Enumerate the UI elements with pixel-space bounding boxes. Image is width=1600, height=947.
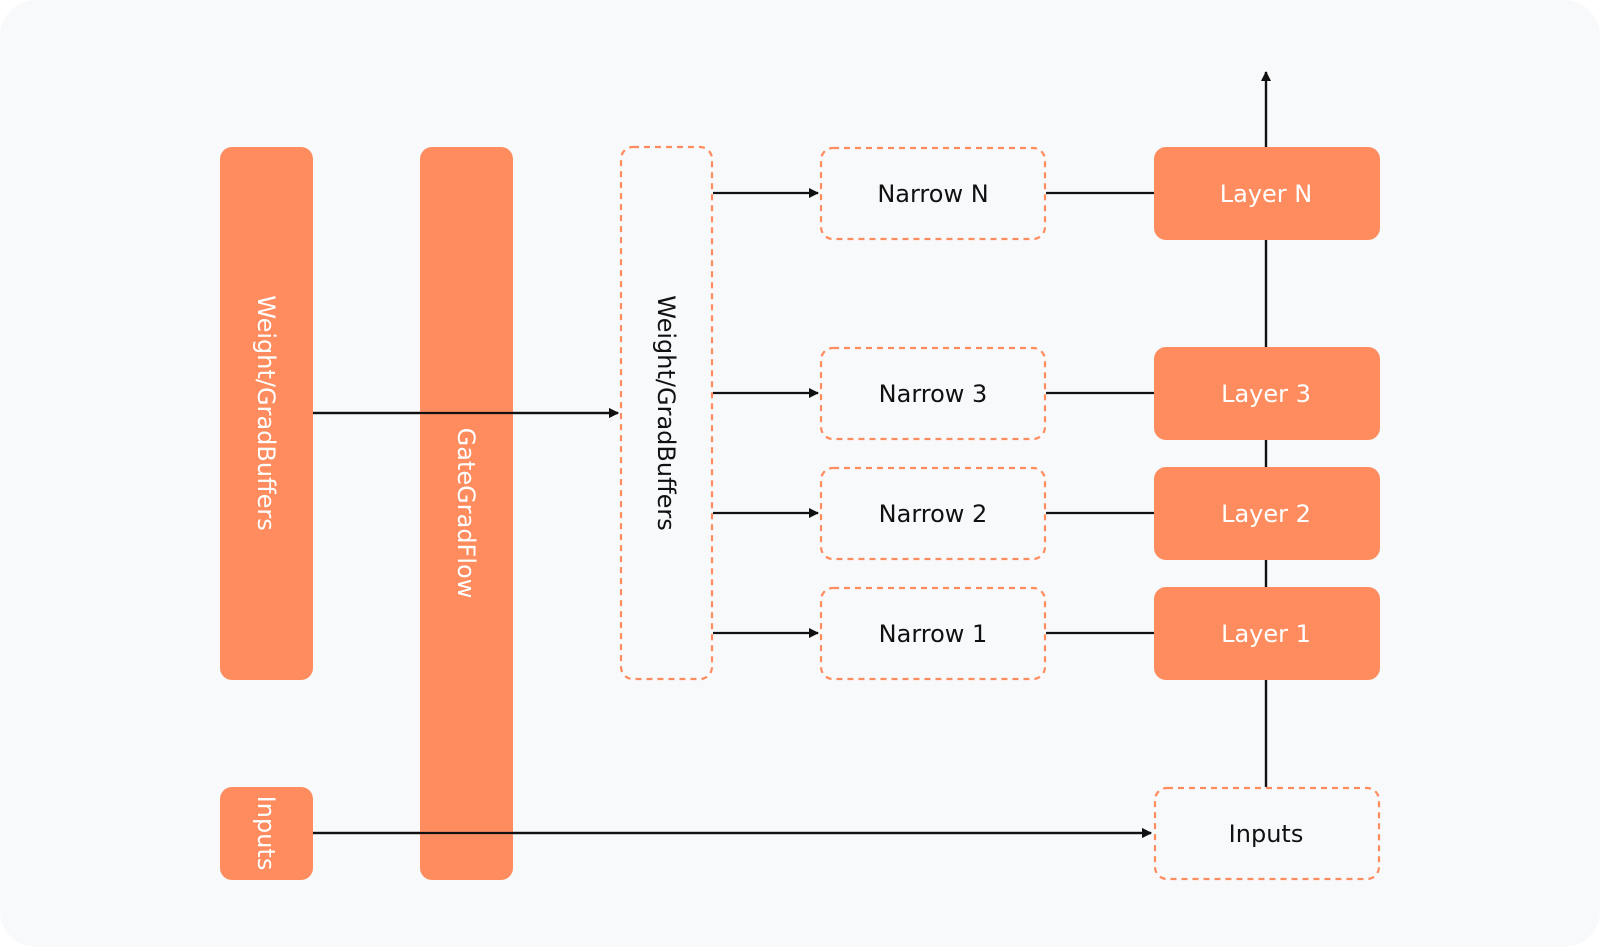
node-label: Layer 3: [1221, 380, 1311, 408]
node-narrow-n: Narrow N: [819, 146, 1047, 241]
node-label: Inputs: [252, 796, 280, 871]
node-label: Layer 2: [1221, 500, 1311, 528]
node-layer-n: Layer N: [1154, 147, 1380, 240]
node-narrow-3: Narrow 3: [819, 346, 1047, 441]
node-layer-3: Layer 3: [1154, 347, 1380, 440]
node-label: GateGradFlow: [452, 428, 480, 599]
node-inputs-right: Inputs: [1153, 786, 1381, 881]
node-label: Weight/GradBuffers: [252, 295, 280, 530]
node-label: Narrow N: [877, 180, 988, 208]
diagram-canvas: Weight/GradBuffers GateGradFlow Inputs W…: [0, 0, 1600, 947]
node-label: Layer 1: [1221, 620, 1311, 648]
node-weight-grad-buffers-left: Weight/GradBuffers: [220, 147, 313, 680]
node-weight-grad-buffers-mid: Weight/GradBuffers: [619, 145, 714, 681]
node-layer-1: Layer 1: [1154, 587, 1380, 680]
node-label: Narrow 3: [879, 380, 988, 408]
node-label: Layer N: [1220, 180, 1313, 208]
node-label: Narrow 2: [879, 500, 988, 528]
node-narrow-1: Narrow 1: [819, 586, 1047, 681]
node-narrow-2: Narrow 2: [819, 466, 1047, 561]
node-label: Inputs: [1229, 820, 1304, 848]
node-gate-grad-flow: GateGradFlow: [420, 147, 513, 880]
node-inputs-left: Inputs: [220, 787, 313, 880]
node-layer-2: Layer 2: [1154, 467, 1380, 560]
node-label: Weight/GradBuffers: [652, 295, 680, 530]
node-label: Narrow 1: [879, 620, 988, 648]
diagram-svg: Weight/GradBuffers GateGradFlow Inputs W…: [220, 71, 1381, 881]
